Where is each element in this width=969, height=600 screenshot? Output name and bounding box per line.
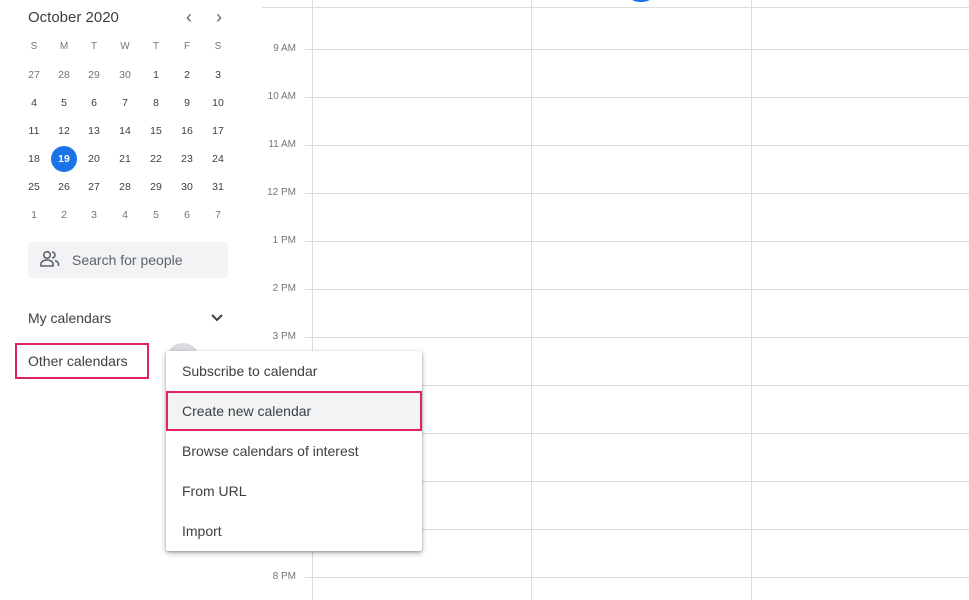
date-cell[interactable]: 17 — [205, 118, 231, 144]
date-cell[interactable]: 29 — [143, 174, 169, 200]
people-icon — [40, 250, 60, 267]
date-cell[interactable]: 25 — [21, 174, 47, 200]
date-cell[interactable]: 15 — [143, 118, 169, 144]
current-day-indicator — [630, 0, 652, 2]
menu-item-from-url[interactable]: From URL — [166, 471, 422, 511]
date-cell[interactable]: 11 — [21, 118, 47, 144]
date-cell[interactable]: 23 — [174, 146, 200, 172]
hour-label: 10 AM — [267, 91, 296, 102]
hour-line — [305, 577, 969, 578]
day-column-divider — [531, 0, 532, 600]
date-cell[interactable]: 31 — [205, 174, 231, 200]
hour-line — [305, 337, 969, 338]
prev-month-button[interactable]: ‹ — [179, 8, 199, 28]
grid-top-divider — [262, 7, 969, 8]
menu-item-create-new-calendar[interactable]: Create new calendar — [166, 391, 422, 431]
hour-line — [305, 289, 969, 290]
date-cell[interactable]: 2 — [174, 62, 200, 88]
hour-label: 9 AM — [273, 43, 296, 54]
mini-calendar-title: October 2020 — [28, 9, 119, 26]
date-cell[interactable]: 29 — [81, 62, 107, 88]
date-cell[interactable]: 4 — [112, 202, 138, 228]
weekday-label: T — [90, 41, 98, 52]
hour-line — [305, 193, 969, 194]
my-calendars-header[interactable]: My calendars — [28, 310, 111, 326]
add-calendar-menu: Subscribe to calendar Create new calenda… — [166, 351, 422, 551]
date-cell[interactable]: 27 — [81, 174, 107, 200]
weekday-label: T — [152, 41, 160, 52]
date-cell[interactable]: 27 — [21, 62, 47, 88]
date-cell[interactable]: 5 — [51, 90, 77, 116]
chevron-right-icon: › — [216, 7, 222, 27]
weekday-label: S — [214, 41, 222, 52]
weekday-label: F — [183, 41, 191, 52]
hour-label: 12 PM — [267, 187, 296, 198]
date-cell[interactable]: 28 — [112, 174, 138, 200]
weekday-label: W — [120, 41, 130, 52]
date-cell[interactable]: 7 — [112, 90, 138, 116]
date-cell[interactable]: 20 — [81, 146, 107, 172]
hour-line — [305, 145, 969, 146]
date-cell[interactable]: 24 — [205, 146, 231, 172]
search-people-input[interactable]: Search for people — [28, 242, 228, 278]
date-cell[interactable]: 30 — [174, 174, 200, 200]
hour-label: 8 PM — [272, 571, 296, 582]
date-cell[interactable]: 6 — [81, 90, 107, 116]
date-cell[interactable]: 30 — [112, 62, 138, 88]
weekday-label: S — [30, 41, 38, 52]
date-cell[interactable]: 10 — [205, 90, 231, 116]
date-cell[interactable]: 22 — [143, 146, 169, 172]
date-cell[interactable]: 28 — [51, 62, 77, 88]
hour-line — [305, 49, 969, 50]
hour-label: 1 PM — [272, 235, 296, 246]
date-cell[interactable]: 3 — [205, 62, 231, 88]
date-cell[interactable]: 4 — [21, 90, 47, 116]
date-cell[interactable]: 14 — [112, 118, 138, 144]
chevron-left-icon: ‹ — [186, 7, 192, 27]
menu-item-import[interactable]: Import — [166, 511, 422, 551]
other-calendars-header[interactable]: Other calendars — [15, 343, 149, 379]
hour-label: 11 AM — [268, 139, 296, 150]
date-cell[interactable]: 21 — [112, 146, 138, 172]
date-cell[interactable]: 8 — [143, 90, 169, 116]
date-cell[interactable]: 9 — [174, 90, 200, 116]
day-column-divider — [751, 0, 752, 600]
date-cell[interactable]: 5 — [143, 202, 169, 228]
date-cell[interactable]: 18 — [21, 146, 47, 172]
today-date[interactable]: 19 — [51, 146, 77, 172]
date-cell[interactable]: 16 — [174, 118, 200, 144]
hour-label: 3 PM — [272, 331, 296, 342]
search-placeholder: Search for people — [72, 252, 183, 268]
date-cell[interactable]: 1 — [143, 62, 169, 88]
date-cell[interactable]: 6 — [174, 202, 200, 228]
date-cell[interactable]: 1 — [21, 202, 47, 228]
date-cell[interactable]: 3 — [81, 202, 107, 228]
other-calendars-label: Other calendars — [28, 353, 128, 369]
menu-item-browse-calendars[interactable]: Browse calendars of interest — [166, 431, 422, 471]
chevron-down-icon[interactable] — [210, 313, 224, 323]
date-cell[interactable]: 26 — [51, 174, 77, 200]
date-cell[interactable]: 2 — [51, 202, 77, 228]
hour-label: 2 PM — [272, 283, 296, 294]
menu-item-subscribe[interactable]: Subscribe to calendar — [166, 351, 422, 391]
hour-line — [305, 97, 969, 98]
date-cell[interactable]: 7 — [205, 202, 231, 228]
next-month-button[interactable]: › — [209, 8, 229, 28]
hour-line — [305, 241, 969, 242]
weekday-label: M — [59, 41, 69, 52]
date-cell[interactable]: 12 — [51, 118, 77, 144]
date-cell[interactable]: 13 — [81, 118, 107, 144]
